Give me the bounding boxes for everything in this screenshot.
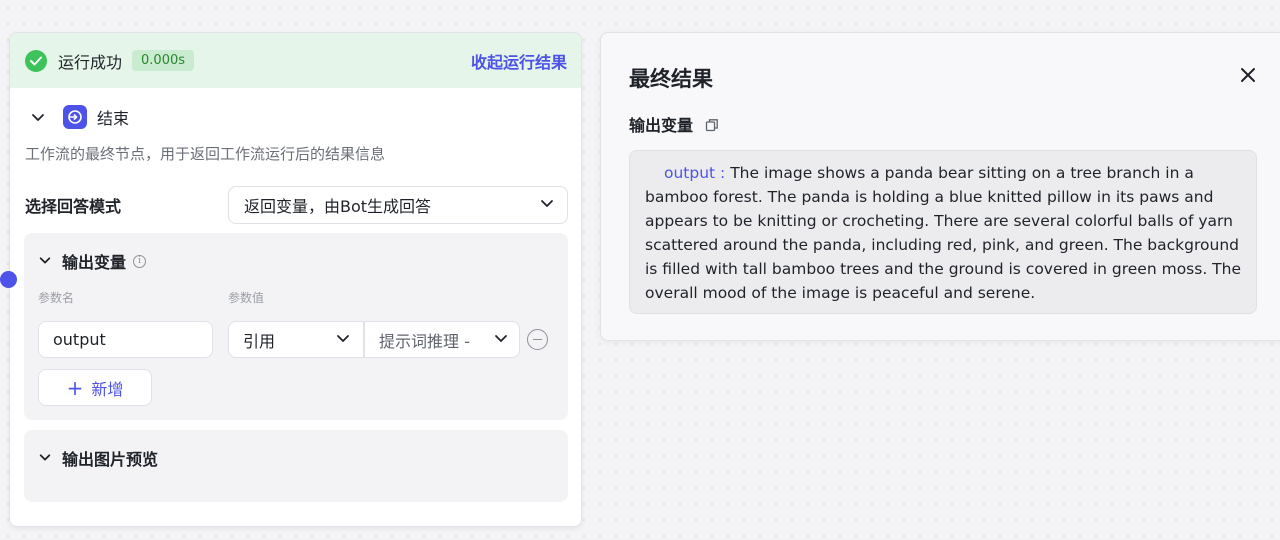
run-time-badge: 0.000s <box>132 50 195 71</box>
chevron-down-icon <box>539 195 555 215</box>
node-input-port[interactable] <box>0 271 17 288</box>
chevron-down-icon[interactable] <box>30 109 46 125</box>
close-icon[interactable] <box>1240 67 1256 83</box>
node-description: 工作流的最终节点，用于返回工作流运行后的结果信息 <box>25 145 386 163</box>
remove-variable-icon[interactable] <box>527 329 548 350</box>
output-key: output : <box>664 164 726 182</box>
value-type-select[interactable]: 引用 <box>228 321 364 358</box>
chevron-down-icon <box>493 330 509 350</box>
output-value-box: output : The image shows a panda bear si… <box>629 150 1257 314</box>
param-name-input[interactable]: output <box>38 321 213 358</box>
run-result-bar: 运行成功 0.000s 收起运行结果 <box>10 33 581 88</box>
param-name-value: output <box>53 330 106 349</box>
plus-icon: + <box>66 375 84 400</box>
chevron-down-icon[interactable] <box>38 253 54 269</box>
output-section-label: 输出变量 <box>629 112 719 136</box>
add-variable-button[interactable]: + 新增 <box>38 369 152 406</box>
copy-icon[interactable] <box>705 117 719 132</box>
panel-title: 最终结果 <box>629 67 713 91</box>
param-name-column-label: 参数名 <box>38 291 75 305</box>
output-variables-header[interactable]: 输出变量 i <box>38 249 147 273</box>
collapse-results-link[interactable]: 收起运行结果 <box>471 49 567 73</box>
image-preview-title: 输出图片预览 <box>62 450 159 469</box>
reference-source-select[interactable]: 提示词推理 - <box>364 321 520 358</box>
end-node-card: 运行成功 0.000s 收起运行结果 结束 工作流的最终节点，用于返回工作流运行… <box>9 32 582 527</box>
answer-mode-label: 选择回答模式 <box>25 197 122 216</box>
node-header: 结束 <box>30 105 129 129</box>
run-status-text: 运行成功 <box>58 52 123 72</box>
output-section-title: 输出变量 <box>629 116 694 135</box>
node-title: 结束 <box>97 109 130 128</box>
output-text: The image shows a panda bear sitting on … <box>645 164 1242 302</box>
add-variable-label: 新增 <box>91 379 124 399</box>
final-result-panel: 最终结果 输出变量 output : The image shows a pan… <box>600 32 1280 341</box>
output-variables-section: 输出变量 i 参数名 参数值 output 引用 提示词推理 - + 新增 <box>24 233 568 420</box>
info-icon[interactable]: i <box>133 254 147 268</box>
reference-source-value: 提示词推理 - <box>379 331 470 351</box>
answer-mode-value: 返回变量，由Bot生成回答 <box>244 197 432 216</box>
answer-mode-select[interactable]: 返回变量，由Bot生成回答 <box>228 186 568 224</box>
image-preview-header[interactable]: 输出图片预览 <box>38 446 158 470</box>
success-check-icon <box>25 49 47 72</box>
chevron-down-icon[interactable] <box>38 450 54 466</box>
end-node-icon <box>63 105 87 129</box>
param-value-column-label: 参数值 <box>228 291 265 305</box>
chevron-down-icon <box>335 330 351 350</box>
value-type-value: 引用 <box>243 331 276 351</box>
image-preview-section: 输出图片预览 <box>24 430 568 502</box>
output-variables-title: 输出变量 <box>62 253 127 272</box>
